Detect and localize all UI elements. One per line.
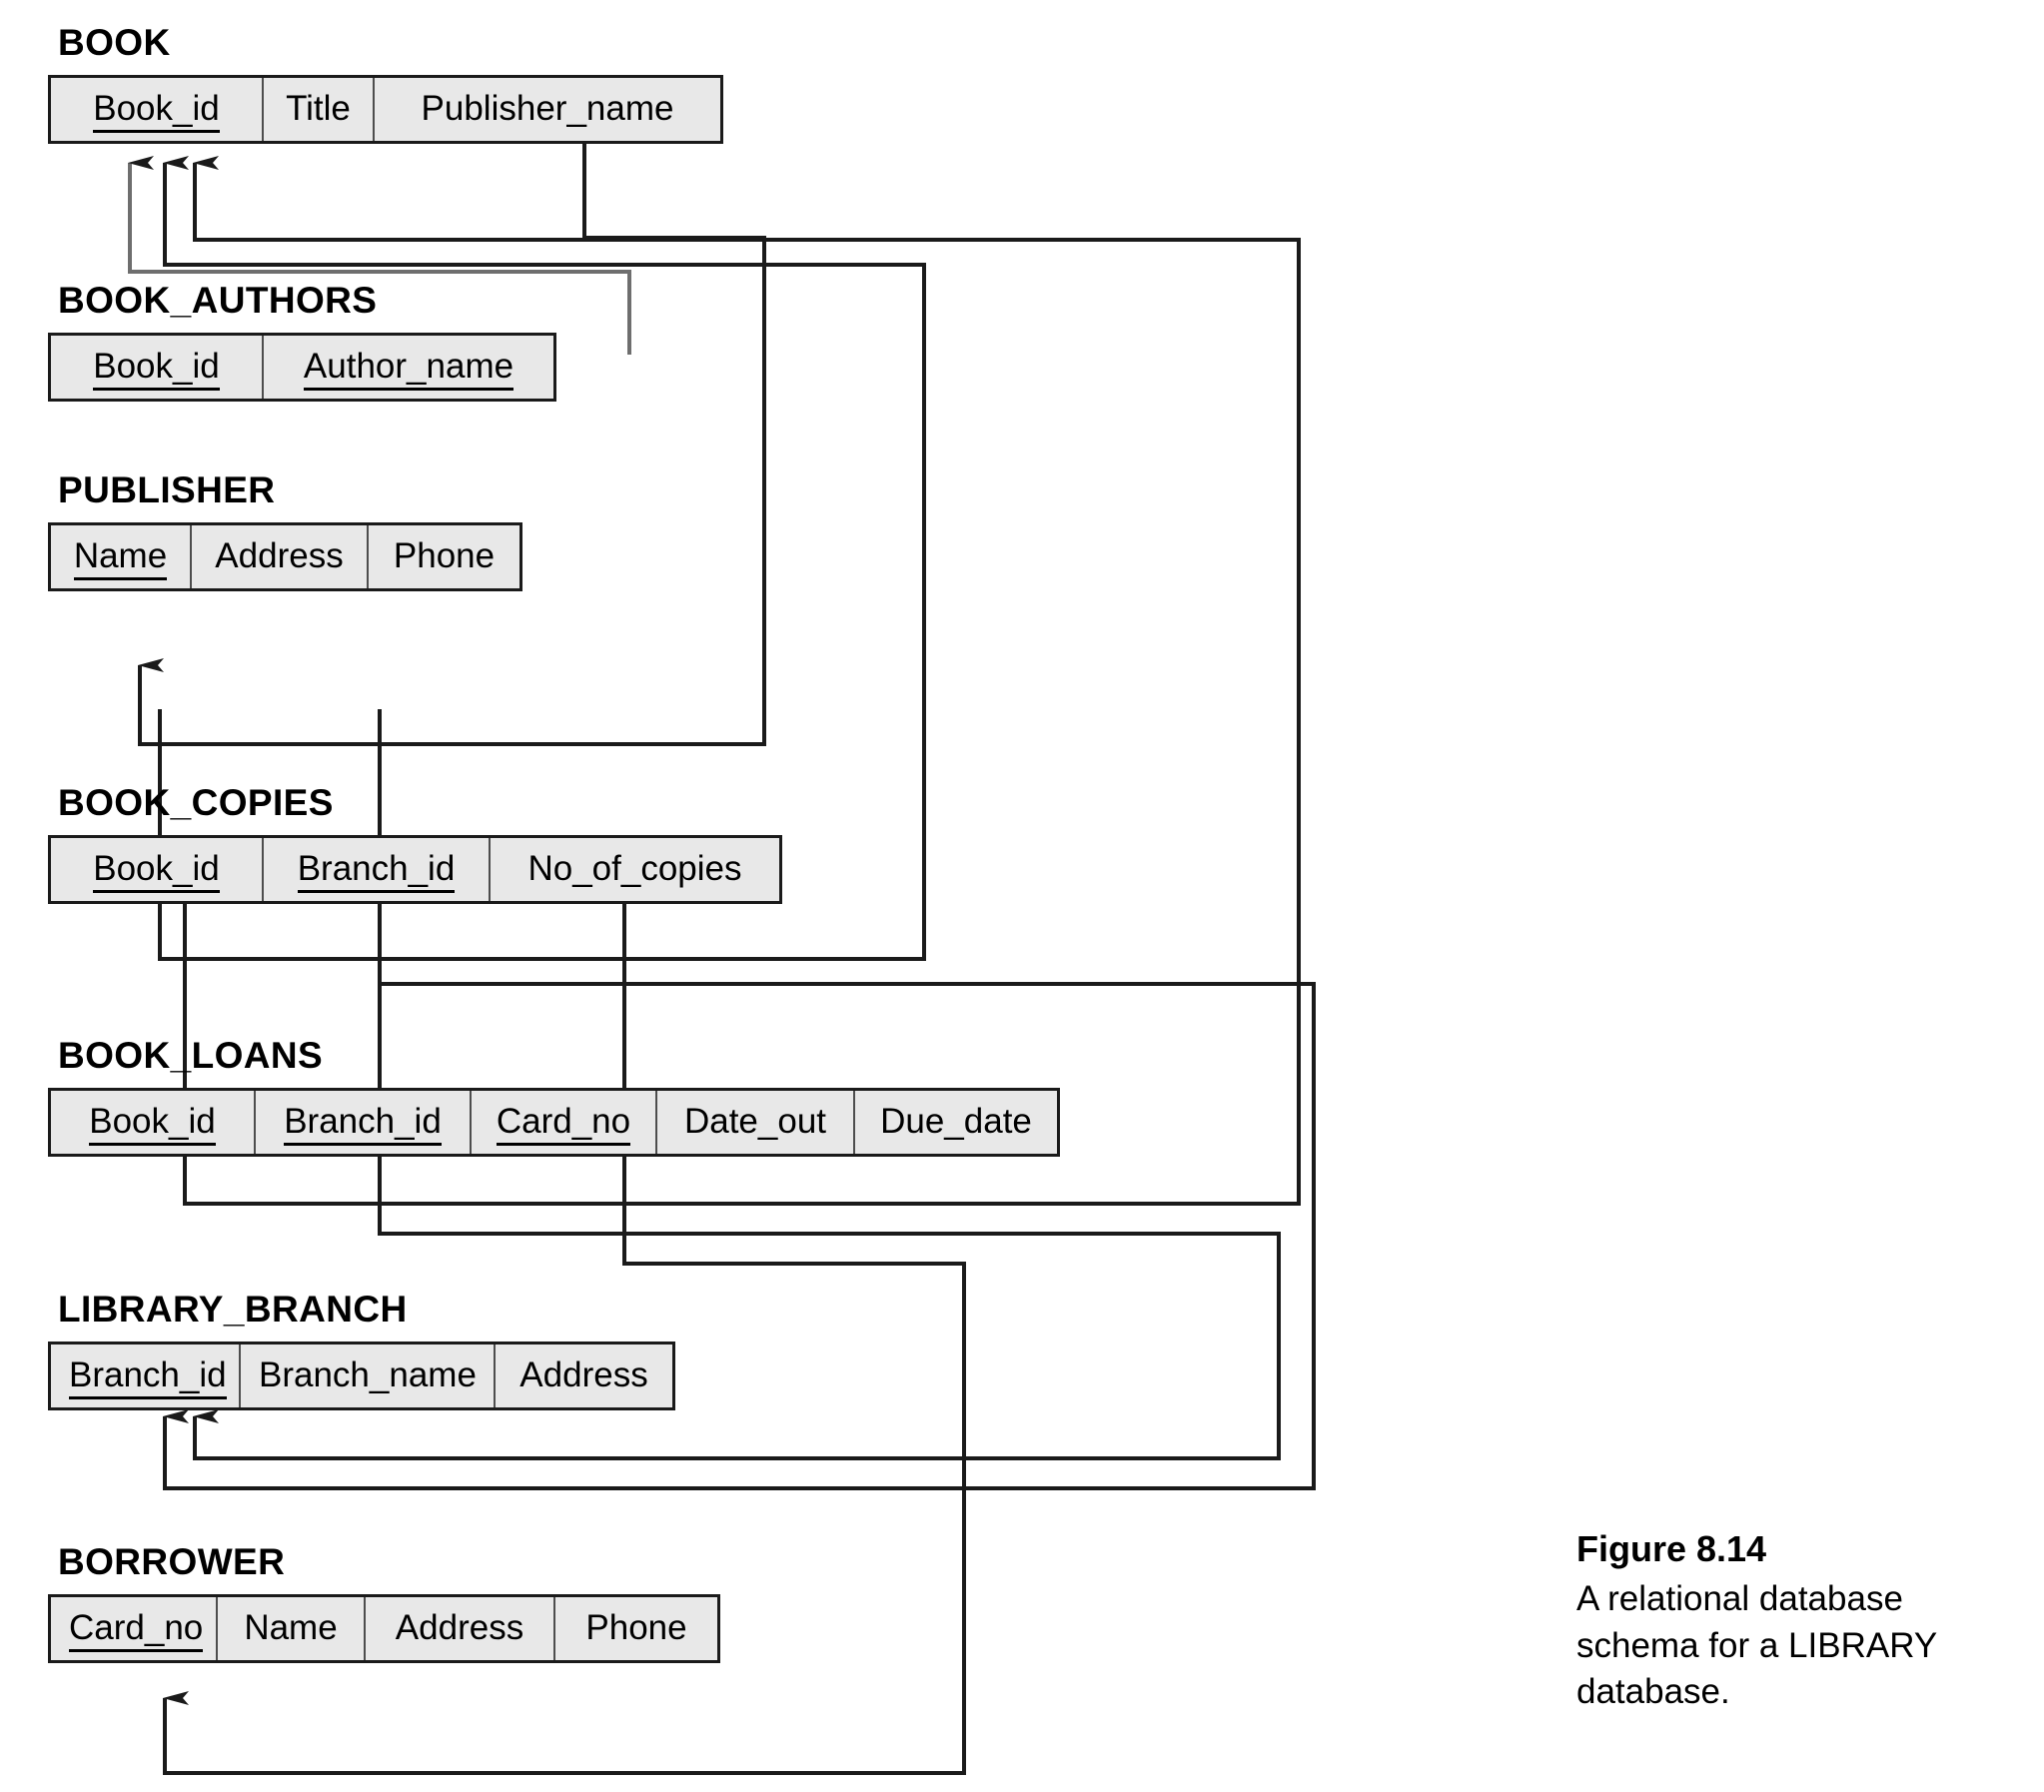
relation-table-library-branch: Branch_id Branch_name Address bbox=[48, 1342, 675, 1410]
attribute-bookcopies-no-of-copies[interactable]: No_of_copies bbox=[491, 838, 779, 901]
relation-book: BOOK Book_id Title Publisher_name bbox=[48, 24, 723, 144]
relation-table-book: Book_id Title Publisher_name bbox=[48, 75, 723, 144]
relation-name-book-copies: BOOK_COPIES bbox=[58, 782, 334, 823]
attribute-librarybranch-address[interactable]: Address bbox=[496, 1344, 672, 1407]
attribute-bookloans-branch-id[interactable]: Branch_id bbox=[256, 1091, 472, 1154]
attribute-bookauthors-book-id[interactable]: Book_id bbox=[51, 336, 264, 399]
attribute-bookloans-book-id[interactable]: Book_id bbox=[51, 1091, 256, 1154]
attribute-bookauthors-author-name[interactable]: Author_name bbox=[264, 336, 553, 399]
attribute-librarybranch-branch-name[interactable]: Branch_name bbox=[241, 1344, 496, 1407]
attribute-book-publisher-name[interactable]: Publisher_name bbox=[375, 78, 720, 141]
relation-table-book-authors: Book_id Author_name bbox=[48, 333, 556, 402]
relation-name-book: BOOK bbox=[58, 22, 171, 63]
attribute-bookloans-due-date[interactable]: Due_date bbox=[855, 1091, 1057, 1154]
relation-name-book-loans: BOOK_LOANS bbox=[58, 1035, 324, 1076]
figure-caption-text: A relational database schema for a LIBRA… bbox=[1576, 1579, 1937, 1711]
relation-name-publisher: PUBLISHER bbox=[58, 469, 276, 510]
attribute-borrower-name[interactable]: Name bbox=[218, 1597, 366, 1660]
relation-library-branch: LIBRARY_BRANCH Branch_id Branch_name Add… bbox=[48, 1291, 675, 1410]
relation-name-borrower: BORROWER bbox=[58, 1541, 286, 1582]
attribute-bookcopies-book-id[interactable]: Book_id bbox=[51, 838, 264, 901]
relation-book-authors: BOOK_AUTHORS Book_id Author_name bbox=[48, 282, 556, 402]
attribute-publisher-phone[interactable]: Phone bbox=[369, 525, 519, 588]
relation-book-copies: BOOK_COPIES Book_id Branch_id No_of_copi… bbox=[48, 784, 782, 904]
figure-canvas: BOOK Book_id Title Publisher_name BOOK_A… bbox=[0, 0, 2044, 1792]
relation-table-borrower: Card_no Name Address Phone bbox=[48, 1594, 720, 1663]
relation-name-library-branch: LIBRARY_BRANCH bbox=[58, 1289, 408, 1330]
attribute-bookloans-card-no[interactable]: Card_no bbox=[472, 1091, 657, 1154]
attribute-book-title[interactable]: Title bbox=[264, 78, 375, 141]
attribute-librarybranch-branch-id[interactable]: Branch_id bbox=[51, 1344, 241, 1407]
attribute-borrower-address[interactable]: Address bbox=[366, 1597, 555, 1660]
attribute-borrower-card-no[interactable]: Card_no bbox=[51, 1597, 218, 1660]
relation-table-publisher: Name Address Phone bbox=[48, 522, 522, 591]
attribute-borrower-phone[interactable]: Phone bbox=[555, 1597, 717, 1660]
figure-caption: Figure 8.14 A relational database schema… bbox=[1576, 1528, 2006, 1715]
attribute-publisher-name[interactable]: Name bbox=[51, 525, 192, 588]
relation-table-book-copies: Book_id Branch_id No_of_copies bbox=[48, 835, 782, 904]
attribute-book-book-id[interactable]: Book_id bbox=[51, 78, 264, 141]
relation-name-book-authors: BOOK_AUTHORS bbox=[58, 280, 378, 321]
fk-book-publishername bbox=[138, 133, 766, 746]
attribute-bookcopies-branch-id[interactable]: Branch_id bbox=[264, 838, 491, 901]
relation-table-book-loans: Book_id Branch_id Card_no Date_out Due_d… bbox=[48, 1088, 1060, 1157]
relation-book-loans: BOOK_LOANS Book_id Branch_id Card_no Dat… bbox=[48, 1037, 1060, 1157]
relation-borrower: BORROWER Card_no Name Address Phone bbox=[48, 1543, 720, 1663]
attribute-bookloans-date-out[interactable]: Date_out bbox=[657, 1091, 855, 1154]
figure-number: Figure 8.14 bbox=[1576, 1528, 1767, 1569]
relation-publisher: PUBLISHER Name Address Phone bbox=[48, 471, 522, 591]
attribute-publisher-address[interactable]: Address bbox=[192, 525, 369, 588]
